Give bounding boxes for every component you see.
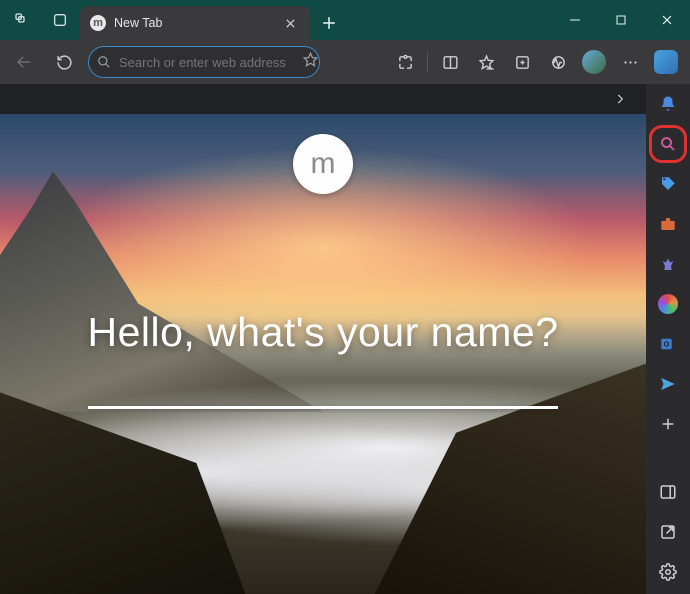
close-window-button[interactable] (644, 0, 690, 40)
page-logo-letter: m (311, 147, 336, 181)
name-input-line[interactable] (88, 406, 558, 409)
outlook-icon[interactable] (654, 330, 682, 358)
workspaces-icon[interactable] (6, 4, 38, 36)
maximize-button[interactable] (598, 0, 644, 40)
external-icon[interactable] (654, 518, 682, 546)
new-tab-page: m Hello, what's your name? (0, 114, 646, 594)
settings-icon[interactable] (654, 558, 682, 586)
performance-button[interactable] (542, 46, 574, 78)
tab-close-button[interactable] (280, 13, 300, 33)
shopping-icon[interactable] (654, 170, 682, 198)
address-input[interactable] (111, 55, 303, 70)
back-button[interactable] (8, 46, 40, 78)
copilot-button[interactable] (650, 46, 682, 78)
minimize-button[interactable] (552, 0, 598, 40)
extensions-button[interactable] (389, 46, 421, 78)
favorite-icon[interactable] (303, 52, 318, 72)
new-tab-button[interactable] (314, 8, 344, 38)
toolbar-right (389, 46, 682, 78)
collections-button[interactable] (506, 46, 538, 78)
address-bar[interactable] (88, 46, 320, 78)
browser-window: m New Tab (0, 0, 690, 594)
add-icon[interactable] (654, 410, 682, 438)
favorites-button[interactable] (470, 46, 502, 78)
m365-icon[interactable] (654, 290, 682, 318)
titlebar-left (0, 0, 76, 40)
title-bar: m New Tab (0, 0, 690, 40)
drop-icon[interactable] (654, 370, 682, 398)
window-controls (552, 0, 690, 40)
body-area: m Hello, what's your name? (0, 84, 690, 594)
greeting-text: Hello, what's your name? (0, 309, 646, 356)
tab-active[interactable]: m New Tab (80, 6, 310, 40)
content-column: m Hello, what's your name? (0, 84, 646, 594)
split-screen-button[interactable] (434, 46, 466, 78)
search-icon[interactable] (654, 130, 682, 158)
games-icon[interactable] (654, 250, 682, 278)
page-logo: m (293, 134, 353, 194)
expand-button[interactable] (604, 83, 636, 115)
tab-actions-icon[interactable] (44, 4, 76, 36)
m365-glyph (658, 294, 678, 314)
tools-icon[interactable] (654, 210, 682, 238)
more-button[interactable] (614, 46, 646, 78)
notifications-icon[interactable] (654, 90, 682, 118)
sub-toolbar (0, 84, 646, 114)
tab-strip: m New Tab (80, 0, 344, 40)
search-icon (97, 55, 111, 69)
avatar-icon (582, 50, 606, 74)
refresh-button[interactable] (48, 46, 80, 78)
copilot-icon (654, 50, 678, 74)
separator (427, 52, 428, 72)
right-sidebar (646, 84, 690, 594)
tab-title: New Tab (114, 16, 162, 30)
profile-button[interactable] (578, 46, 610, 78)
tab-favicon: m (90, 15, 106, 31)
toolbar (0, 40, 690, 84)
sidepanel-icon[interactable] (654, 478, 682, 506)
